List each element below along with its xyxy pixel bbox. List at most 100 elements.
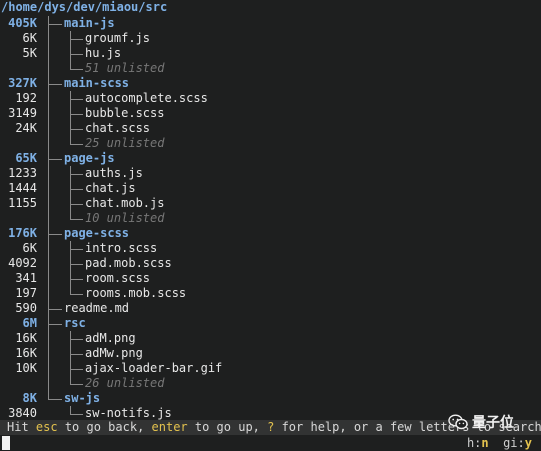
tree-file-row[interactable]: 6K groumf.js [0,31,541,46]
tree-file-row[interactable]: 1155 chat.mob.js [0,196,541,211]
tree-line [48,376,49,391]
tree-file-row[interactable]: 590 readme.md [0,301,541,316]
file-name: rooms.mob.scss [85,286,187,300]
tree-line [48,309,62,310]
tree-line [70,189,83,190]
tree-line [48,234,62,235]
tree-line [48,181,49,196]
flags: h:n gi:y [467,436,532,450]
tree-line [48,256,49,271]
tree-line [70,54,83,55]
size-label: 5K [22,46,37,60]
tree-file-row[interactable]: 24K chat.scss [0,121,541,136]
tree-line [70,339,83,340]
file-name: intro.scss [85,241,158,255]
file-name: autocomplete.scss [85,91,208,105]
dir-name: page-scss [64,226,130,240]
tree-file-row[interactable]: 10K ajax-loader-bar.gif [0,361,541,376]
status-text-2: to go back, [57,420,152,434]
file-name: chat.js [85,181,136,195]
tree-dir-row[interactable]: 405K main-js [0,16,541,31]
unlisted-count: 51 unlisted [85,61,165,75]
dir-name: sw-js [64,391,101,405]
tree-file-row[interactable]: 341 room.scss [0,271,541,286]
tree-file-row[interactable]: 192 autocomplete.scss [0,91,541,106]
file-name: sw-notifs.js [85,406,172,420]
file-name: auths.js [85,166,143,180]
tree-line [48,159,62,160]
size-label: 6K [22,31,37,45]
size-label: 327K [8,76,37,90]
tree-dir-row[interactable]: 8K sw-js [0,391,541,406]
size-label: 16K [15,331,37,345]
size-label: 1444 [8,181,37,195]
tree-line [48,106,49,121]
tree-line [48,61,49,76]
tree-file-row[interactable]: 16K adM.png [0,331,541,346]
tree-line [70,384,83,385]
size-label: 176K [8,226,37,240]
file-name: ajax-loader-bar.gif [85,361,223,375]
tree-file-row[interactable]: 197 rooms.mob.scss [0,286,541,301]
tree-line [70,354,83,355]
size-label: 192 [15,91,37,105]
tree-dir-row[interactable]: 6M rsc [0,316,541,331]
tree-file-row[interactable]: 4092 pad.mob.scss [0,256,541,271]
dir-name: page-js [64,151,115,165]
flag-h-label: h: [466,436,482,450]
dir-name: main-js [64,16,115,30]
tree-unlisted-row[interactable]: 25 unlisted [0,136,541,151]
tree-line [70,294,83,295]
tree-line [48,346,49,361]
tree-file-row[interactable]: 1444 chat.js [0,181,541,196]
tree-file-row[interactable]: 5K hu.js [0,46,541,61]
tree-line [48,136,49,151]
dir-name: main-scss [64,76,130,90]
tree-line [70,69,83,70]
tree-unlisted-row[interactable]: 26 unlisted [0,376,541,391]
tree-line [70,129,83,130]
size-label: 341 [15,271,37,285]
tree-line [70,249,83,250]
input-cursor[interactable] [2,436,10,450]
tree-file-row[interactable]: 6K intro.scss [0,241,541,256]
tree-file-row[interactable]: 1233 auths.js [0,166,541,181]
file-name: adM.png [85,331,136,345]
tree-dir-row[interactable]: 327K main-scss [0,76,541,91]
tree-file-row[interactable]: 16K adMw.png [0,346,541,361]
status-text-1: Hit [7,420,36,434]
tree-line [48,399,62,400]
status-text-3: to go up, [187,420,268,434]
tree-unlisted-row[interactable]: 10 unlisted [0,211,541,226]
wechat-icon [448,414,468,430]
tree-dir-row[interactable]: 65K page-js [0,151,541,166]
tree-line [48,166,49,181]
size-label: 16K [15,346,37,360]
tree-line [48,196,49,211]
tree-file-row[interactable]: 3149 bubble.scss [0,106,541,121]
tree-line [70,174,83,175]
file-name: adMw.png [85,346,143,360]
tree-unlisted-row[interactable]: 51 unlisted [0,61,541,76]
tree-line [70,39,83,40]
status-key-esc: esc [35,420,58,434]
size-label: 590 [15,301,37,315]
file-name: groumf.js [85,31,151,45]
file-name: hu.js [85,46,122,60]
file-name: pad.mob.scss [85,256,172,270]
tree-line [48,24,62,25]
file-name: readme.md [64,301,130,315]
status-key-enter: enter [151,420,188,434]
tree-line [48,286,49,301]
flag-gi-label: gi: [503,436,525,450]
tree-line [70,144,83,145]
watermark: 量子位 [448,413,514,431]
flag-h-value: n [481,436,489,450]
tree-line [48,241,49,256]
file-name: room.scss [85,271,151,285]
tree-dir-row[interactable]: 176K page-scss [0,226,541,241]
file-name: chat.mob.js [85,196,165,210]
dir-name: rsc [64,316,86,330]
tree-line [48,84,62,85]
unlisted-count: 25 unlisted [85,136,165,150]
